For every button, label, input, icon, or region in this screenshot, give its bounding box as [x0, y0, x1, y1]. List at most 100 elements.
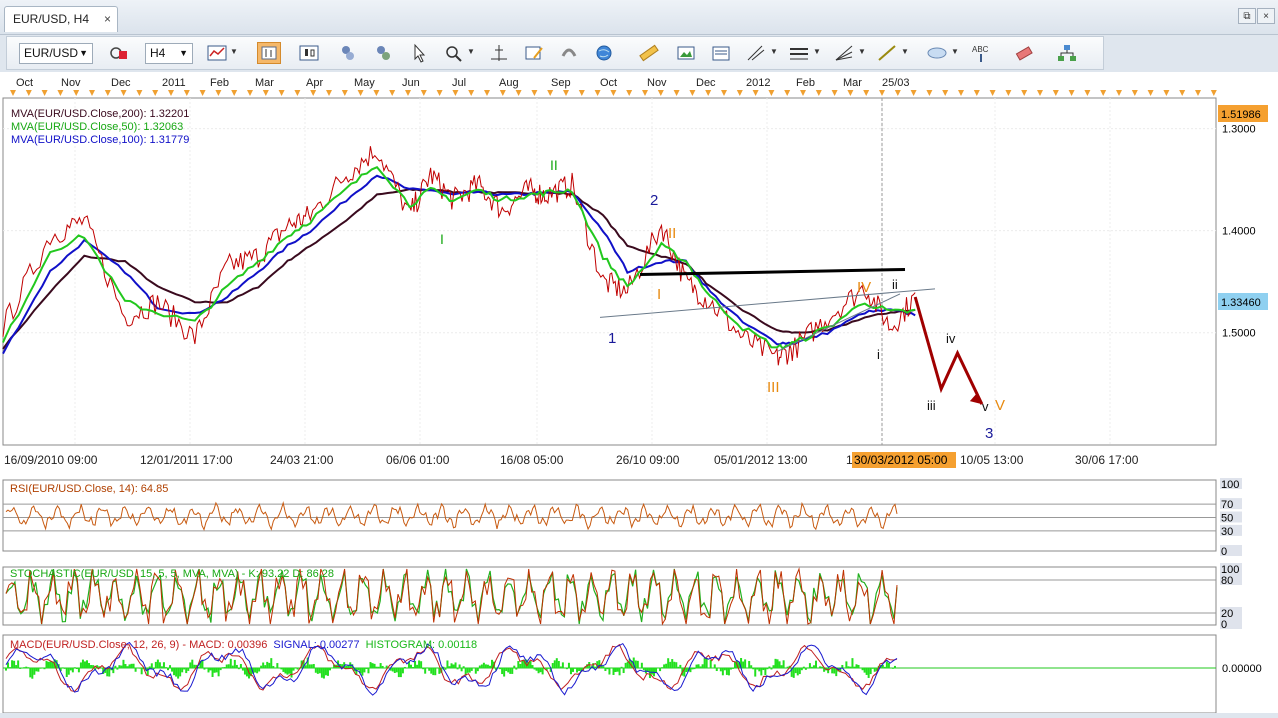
rsi-tick: 30 [1221, 526, 1233, 538]
ruler-icon[interactable] [637, 42, 661, 64]
bar-chart-mode-icon[interactable] [257, 42, 281, 64]
wave-label-small-i: i [877, 347, 880, 362]
chevron-down-icon[interactable]: ▼ [770, 47, 778, 56]
period-marker [341, 90, 348, 96]
period-marker [357, 90, 364, 96]
chevron-down-icon: ▼ [179, 48, 188, 58]
compare-icon[interactable] [107, 42, 131, 64]
wave-label-green-II: II [550, 157, 558, 173]
fan-icon[interactable] [832, 42, 856, 64]
period-marker [1021, 90, 1028, 96]
chevron-down-icon[interactable]: ▼ [467, 47, 475, 56]
macd-histogram-label: HISTOGRAM: 0.00118 [366, 639, 477, 651]
wave-label-orange-III: III [767, 379, 780, 396]
picture-icon[interactable] [674, 42, 698, 64]
chevron-down-icon[interactable]: ▼ [951, 47, 959, 56]
wave-label-blue-1: 1 [608, 330, 616, 347]
period-marker [405, 90, 411, 96]
chevron-down-icon[interactable]: ▼ [230, 47, 238, 56]
chart-toolbar: EUR/USD ▼ H4 ▼ ▼ ▼ ▼ ▼ ▼ ▼ ▼ ABC [6, 36, 1104, 70]
period-marker [610, 90, 617, 96]
chevron-down-icon[interactable]: ▼ [813, 47, 821, 56]
period-marker [515, 90, 522, 96]
time-axis-label: 26/10 09:00 [616, 453, 680, 467]
timeframe-value: H4 [150, 46, 166, 60]
period-marker [989, 90, 996, 96]
indicators-icon[interactable] [337, 42, 361, 64]
period-marker [721, 90, 727, 96]
period-marker [1005, 90, 1012, 96]
period-marker [294, 90, 301, 96]
top-axis-label: Nov [61, 77, 81, 89]
trendline-icon[interactable] [875, 42, 899, 64]
chart-svg[interactable]: Oct Nov Dec 2011 Feb Mar Apr May Jun Jul Aug Sep Oct… [0, 72, 1278, 714]
crosshair-icon[interactable] [487, 42, 511, 64]
text-icon[interactable]: ABC [969, 42, 993, 64]
cursor-icon[interactable] [407, 42, 431, 64]
top-axis-label: Jul [452, 77, 466, 89]
price-tick: 1.3000 [1222, 124, 1256, 136]
close-window-icon[interactable]: × [1257, 8, 1275, 24]
period-marker [563, 90, 569, 96]
tree-icon[interactable] [1055, 42, 1079, 64]
magnet-icon[interactable] [557, 42, 581, 64]
period-marker [1100, 90, 1107, 96]
main-pane [2, 97, 1217, 446]
pitchfork-icon[interactable] [744, 42, 768, 64]
macd-title-prefix: MACD(EUR/USD.Close, 12, 26, 9) - MACD: 0… [10, 639, 267, 651]
period-marker [152, 90, 159, 96]
period-marker [642, 90, 648, 96]
annotate-icon[interactable] [522, 42, 546, 64]
eraser-icon[interactable] [1012, 42, 1036, 64]
chart-tab[interactable]: EUR/USD, H4 × [4, 6, 118, 32]
period-marker [657, 90, 664, 96]
period-marker [262, 90, 269, 96]
rsi-tick: 0 [1221, 546, 1227, 558]
time-axis-label: 30/06 17:00 [1075, 453, 1139, 467]
macd-axis-tick: 0.00000 [1222, 663, 1262, 675]
timeframe-select[interactable]: H4 ▼ [145, 43, 193, 64]
period-marker [1195, 90, 1201, 96]
ellipse-icon[interactable] [925, 42, 949, 64]
news-icon[interactable] [709, 42, 733, 64]
overlay-icon[interactable] [372, 42, 396, 64]
chevron-down-icon[interactable]: ▼ [901, 47, 909, 56]
time-axis-label: 12/01/2011 17:00 [140, 453, 233, 467]
period-marker [468, 90, 475, 96]
period-marker [926, 90, 933, 96]
top-time-axis: Oct Nov Dec 2011 Feb Mar Apr May Jun Jul Aug Sep Oct… [10, 77, 1217, 96]
chart-tab-title: EUR/USD, H4 [13, 12, 90, 26]
period-marker [578, 90, 585, 96]
tab-bar: EUR/USD, H4 × ⧉ × [0, 0, 1278, 35]
last-price-label: 1.33460 [1221, 297, 1261, 309]
zoom-icon[interactable] [442, 42, 466, 64]
period-marker [104, 90, 111, 96]
period-marker [673, 90, 680, 96]
rsi-tick: 100 [1221, 479, 1239, 491]
wave-label-blue-2: 2 [650, 192, 658, 209]
period-marker [863, 90, 870, 96]
rsi-axis: 100 70 5030 0 [1220, 478, 1242, 558]
period-marker [1084, 90, 1091, 96]
hline-icon[interactable] [787, 42, 811, 64]
macd-signal-label: SIGNAL: 0.00277 [273, 639, 359, 651]
top-axis-label: 2011 [162, 77, 186, 89]
globe-icon[interactable] [592, 42, 616, 64]
price-tick: 1.5000 [1222, 328, 1256, 340]
symbol-select[interactable]: EUR/USD ▼ [19, 43, 93, 64]
chart-type-icon[interactable] [205, 42, 229, 64]
chart-area[interactable]: Oct Nov Dec 2011 Feb Mar Apr May Jun Jul Aug Sep Oct… [0, 72, 1278, 714]
period-marker [452, 90, 459, 96]
period-marker [168, 90, 174, 96]
period-marker [705, 90, 712, 96]
chevron-down-icon[interactable]: ▼ [858, 47, 866, 56]
period-marker [784, 90, 791, 96]
period-marker [1116, 90, 1122, 96]
stoch-tick: 80 [1221, 575, 1233, 587]
period-marker [736, 90, 743, 96]
period-marker [57, 90, 64, 96]
candle-mode-icon[interactable] [297, 42, 321, 64]
tab-close-icon[interactable]: × [104, 7, 111, 31]
svg-text:ABC: ABC [972, 45, 989, 54]
restore-window-icon[interactable]: ⧉ [1238, 8, 1256, 24]
